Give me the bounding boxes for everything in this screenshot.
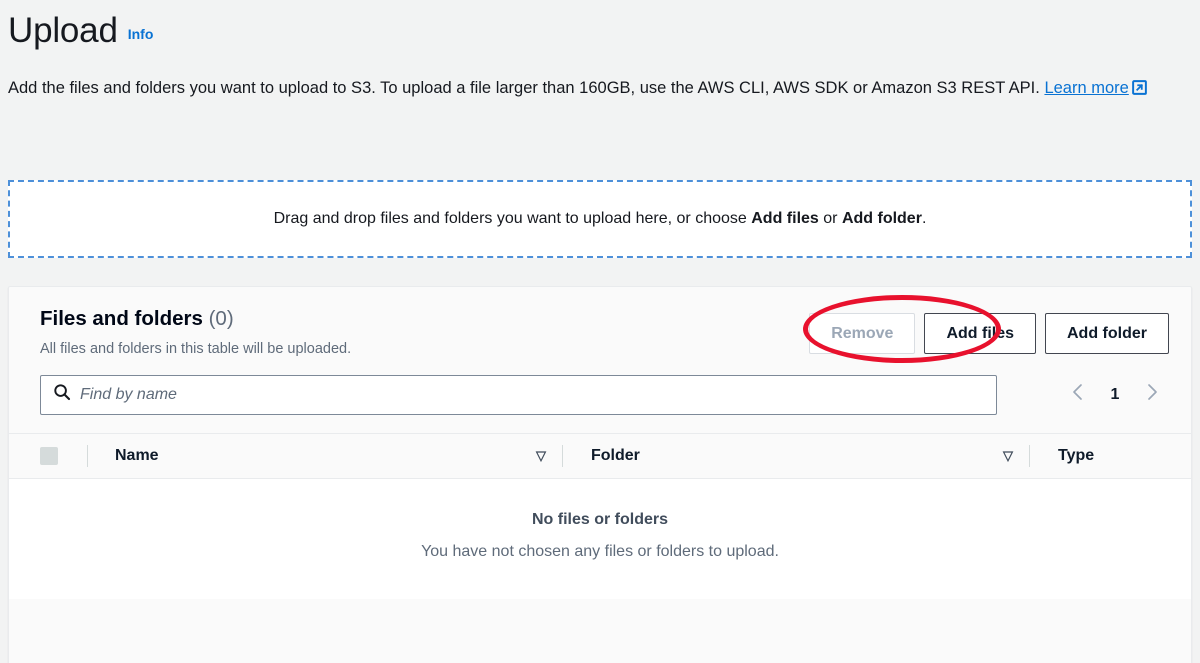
dropzone[interactable]: Drag and drop files and folders you want…	[8, 180, 1192, 258]
panel-title-label: Files and folders	[40, 307, 203, 330]
table-filter-row: 1	[9, 357, 1191, 433]
files-table: Name ▽ Folder ▽ Type No files or folders…	[9, 433, 1191, 599]
dropzone-text-after: .	[922, 210, 926, 227]
page-description: Add the files and folders you want to up…	[8, 77, 1193, 103]
search-icon	[53, 383, 71, 406]
table-header-folder-label: Folder	[591, 447, 640, 465]
info-link[interactable]: Info	[128, 26, 154, 42]
table-header-name-label: Name	[115, 447, 159, 465]
table-header-folder[interactable]: Folder ▽	[563, 434, 1029, 478]
pagination-previous-button[interactable]	[1061, 378, 1095, 412]
table-header-name[interactable]: Name ▽	[88, 434, 562, 478]
add-folder-button[interactable]: Add folder	[1045, 313, 1169, 354]
panel-heading-block: Files and folders (0) All files and fold…	[40, 307, 351, 357]
chevron-left-icon	[1070, 383, 1086, 406]
panel-header: Files and folders (0) All files and fold…	[9, 287, 1191, 357]
select-all-checkbox[interactable]	[40, 447, 58, 465]
table-header-select-all[interactable]	[9, 434, 87, 478]
pagination: 1	[1061, 378, 1169, 412]
upload-page: Upload Info Add the files and folders yo…	[0, 0, 1200, 663]
title-row: Upload Info	[8, 12, 1200, 51]
sort-descending-icon[interactable]: ▽	[536, 449, 546, 462]
dropzone-text-before: Drag and drop files and folders you want…	[274, 210, 752, 227]
search-box[interactable]	[40, 375, 997, 415]
learn-more-link[interactable]: Learn more	[1044, 79, 1128, 97]
add-files-button[interactable]: Add files	[924, 313, 1036, 354]
learn-more-label: Learn more	[1044, 79, 1128, 97]
empty-state-title: No files or folders	[9, 511, 1191, 529]
chevron-right-icon	[1144, 383, 1160, 406]
dropzone-add-files-emphasis: Add files	[751, 210, 819, 227]
remove-button[interactable]: Remove	[809, 313, 915, 354]
panel-actions: Remove Add files Add folder	[809, 307, 1169, 354]
sort-descending-icon[interactable]: ▽	[1003, 449, 1013, 462]
table-header-type-label: Type	[1058, 447, 1094, 465]
panel-title-count: (0)	[209, 307, 234, 330]
pagination-page-1[interactable]: 1	[1103, 386, 1127, 404]
table-header-type[interactable]: Type	[1030, 434, 1191, 478]
external-link-icon	[1132, 79, 1147, 103]
page-header: Upload Info Add the files and folders yo…	[0, 0, 1200, 102]
panel-subtitle: All files and folders in this table will…	[40, 341, 351, 357]
page-title: Upload	[8, 12, 118, 51]
panel-title: Files and folders (0)	[40, 307, 351, 332]
table-empty-state: No files or folders You have not chosen …	[9, 479, 1191, 599]
empty-state-subtitle: You have not chosen any files or folders…	[9, 543, 1191, 561]
dropzone-add-folder-emphasis: Add folder	[842, 210, 922, 227]
dropzone-text-middle: or	[819, 210, 842, 227]
files-and-folders-panel: Files and folders (0) All files and fold…	[8, 286, 1192, 663]
dropzone-text: Drag and drop files and folders you want…	[274, 210, 927, 228]
pagination-next-button[interactable]	[1135, 378, 1169, 412]
table-header-row: Name ▽ Folder ▽ Type	[9, 433, 1191, 479]
search-input[interactable]	[80, 386, 996, 404]
page-description-text: Add the files and folders you want to up…	[8, 79, 1040, 97]
